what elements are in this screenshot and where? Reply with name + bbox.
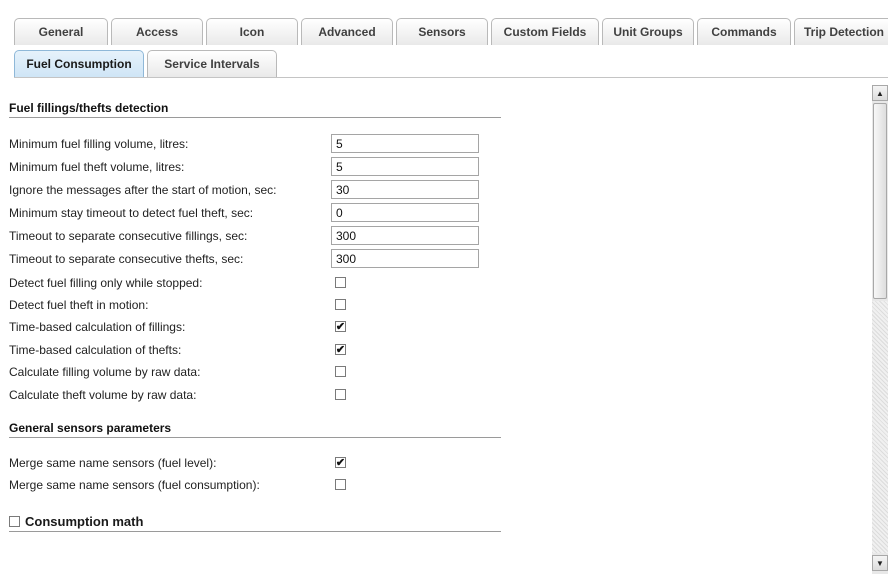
row-timeout-fillings: Timeout to separate consecutive fillings…	[9, 226, 332, 246]
calc-fill-raw-label: Calculate filling volume by raw data:	[9, 365, 201, 379]
row-time-calc-thefts: Time-based calculation of thefts:	[9, 340, 332, 360]
tab-access[interactable]: Access	[111, 18, 203, 45]
timeout-thefts-input[interactable]	[331, 249, 479, 268]
time-calc-thefts-label: Time-based calculation of thefts:	[9, 343, 182, 357]
row-min-stay-timeout: Minimum stay timeout to detect fuel thef…	[9, 203, 332, 223]
row-detect-fill-stopped: Detect fuel filling only while stopped:	[9, 273, 332, 293]
tab-general[interactable]: General	[14, 18, 108, 45]
scroll-down-arrow-icon[interactable]: ▼	[872, 555, 888, 571]
calc-theft-raw-checkbox[interactable]	[335, 389, 346, 400]
tab-sensors[interactable]: Sensors	[396, 18, 488, 45]
row-merge-fuel-consumption: Merge same name sensors (fuel consumptio…	[9, 475, 332, 495]
row-calc-fill-raw: Calculate filling volume by raw data:	[9, 362, 332, 382]
detect-theft-motion-label: Detect fuel theft in motion:	[9, 298, 149, 312]
min-theft-volume-input[interactable]	[331, 157, 479, 176]
row-timeout-thefts: Timeout to separate consecutive thefts, …	[9, 249, 332, 269]
row-detect-theft-motion: Detect fuel theft in motion:	[9, 295, 332, 315]
detect-fill-stopped-checkbox[interactable]	[335, 277, 346, 288]
consumption-math-checkbox[interactable]	[9, 516, 20, 527]
min-theft-volume-label: Minimum fuel theft volume, litres:	[9, 160, 185, 174]
ignore-after-motion-label: Ignore the messages after the start of m…	[9, 183, 277, 197]
section-header-fuel-fillings: Fuel fillings/thefts detection	[9, 98, 501, 118]
tab-bar-top: General Access Icon Advanced Sensors Cus…	[14, 18, 888, 45]
tab-icon[interactable]: Icon	[206, 18, 298, 45]
row-min-theft-volume: Minimum fuel theft volume, litres:	[9, 157, 332, 177]
row-merge-fuel-level: Merge same name sensors (fuel level):	[9, 453, 332, 473]
tab-fuel-consumption[interactable]: Fuel Consumption	[14, 50, 144, 77]
consumption-math-toggle[interactable]: Consumption math	[9, 512, 501, 532]
min-stay-timeout-input[interactable]	[331, 203, 479, 222]
time-calc-fillings-checkbox[interactable]: ✔	[335, 321, 346, 332]
tab-trip-detection[interactable]: Trip Detection	[794, 18, 888, 45]
scroll-up-arrow-icon[interactable]: ▲	[872, 85, 888, 101]
merge-fuel-consumption-label: Merge same name sensors (fuel consumptio…	[9, 478, 260, 492]
tab-advanced[interactable]: Advanced	[301, 18, 393, 45]
calc-theft-raw-label: Calculate theft volume by raw data:	[9, 388, 197, 402]
tab-unit-groups[interactable]: Unit Groups	[602, 18, 694, 45]
tab-divider	[14, 77, 888, 78]
section-header-general-sensors: General sensors parameters	[9, 418, 501, 438]
consumption-math-label: Consumption math	[25, 514, 144, 529]
timeout-thefts-label: Timeout to separate consecutive thefts, …	[9, 252, 244, 266]
time-calc-thefts-checkbox[interactable]: ✔	[335, 344, 346, 355]
tab-service-intervals[interactable]: Service Intervals	[147, 50, 277, 77]
checkmark-icon: ✔	[335, 456, 346, 469]
detect-fill-stopped-label: Detect fuel filling only while stopped:	[9, 276, 203, 290]
calc-fill-raw-checkbox[interactable]	[335, 366, 346, 377]
scroll-thumb[interactable]	[873, 103, 887, 299]
ignore-after-motion-input[interactable]	[331, 180, 479, 199]
row-calc-theft-raw: Calculate theft volume by raw data:	[9, 385, 332, 405]
timeout-fillings-input[interactable]	[331, 226, 479, 245]
row-time-calc-fillings: Time-based calculation of fillings:	[9, 317, 332, 337]
merge-fuel-consumption-checkbox[interactable]	[335, 479, 346, 490]
timeout-fillings-label: Timeout to separate consecutive fillings…	[9, 229, 248, 243]
row-ignore-after-motion: Ignore the messages after the start of m…	[9, 180, 332, 200]
tab-custom-fields[interactable]: Custom Fields	[491, 18, 599, 45]
checkmark-icon: ✔	[335, 343, 346, 356]
min-fill-volume-input[interactable]	[331, 134, 479, 153]
merge-fuel-level-label: Merge same name sensors (fuel level):	[9, 456, 217, 470]
tab-bar-bottom: Fuel Consumption Service Intervals	[14, 50, 277, 77]
tab-commands[interactable]: Commands	[697, 18, 791, 45]
row-min-fill-volume: Minimum fuel filling volume, litres:	[9, 134, 332, 154]
vertical-scrollbar[interactable]: ▲ ▼	[872, 85, 888, 574]
min-fill-volume-label: Minimum fuel filling volume, litres:	[9, 137, 189, 151]
time-calc-fillings-label: Time-based calculation of fillings:	[9, 320, 186, 334]
scroll-track[interactable]	[872, 301, 888, 553]
merge-fuel-level-checkbox[interactable]: ✔	[335, 457, 346, 468]
settings-panel: Fuel fillings/thefts detection Minimum f…	[0, 85, 872, 574]
min-stay-timeout-label: Minimum stay timeout to detect fuel thef…	[9, 206, 254, 220]
checkmark-icon: ✔	[335, 320, 346, 333]
detect-theft-motion-checkbox[interactable]	[335, 299, 346, 310]
